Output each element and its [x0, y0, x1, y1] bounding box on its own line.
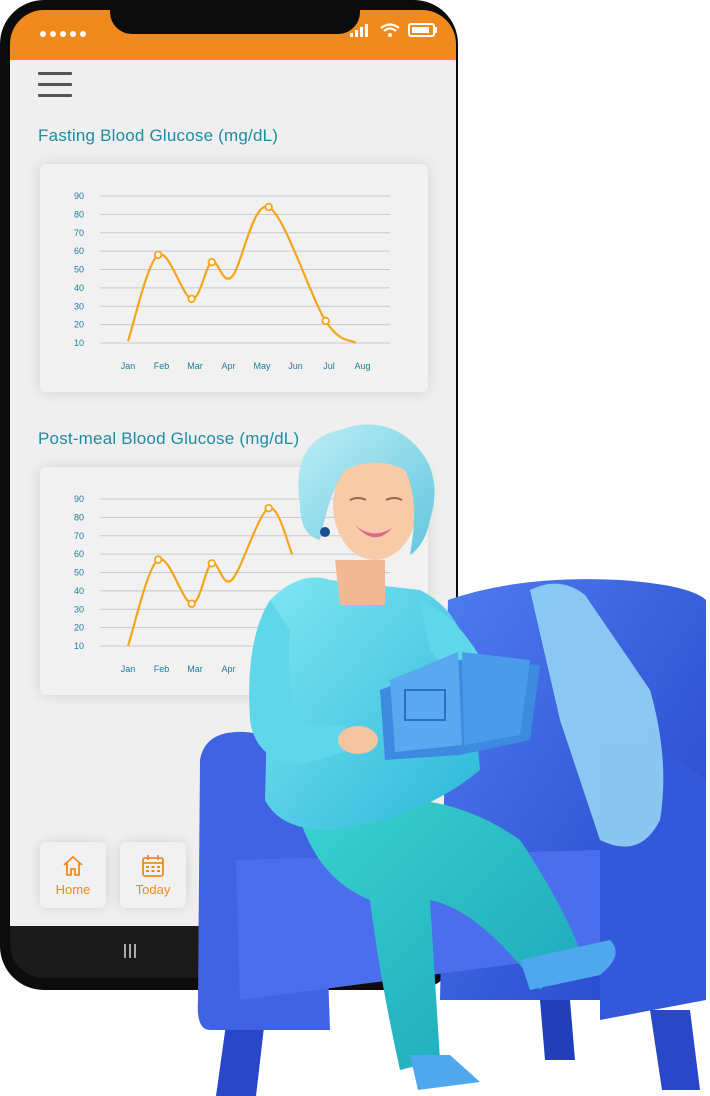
woman-reading-illustration — [197, 424, 706, 1096]
